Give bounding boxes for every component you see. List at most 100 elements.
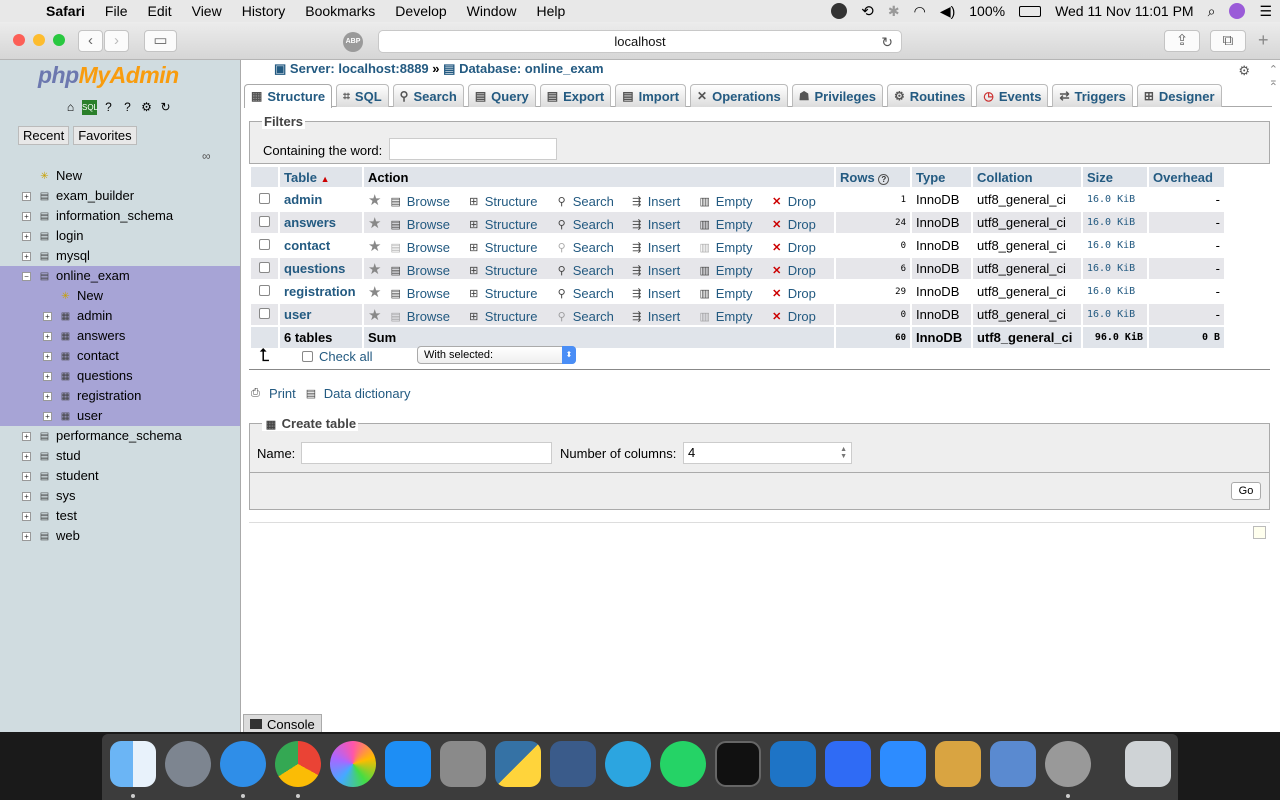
action-structure[interactable]: ⊞ Structure	[467, 263, 555, 278]
expand-icon[interactable]: +	[22, 212, 31, 221]
action-search[interactable]: ⚲ Search	[555, 194, 630, 209]
terminal-icon[interactable]	[715, 741, 761, 787]
refresh-icon[interactable]: ↻	[158, 100, 173, 115]
siri-icon[interactable]	[1229, 3, 1246, 19]
home-icon[interactable]: ⌂	[63, 100, 78, 115]
action-insert[interactable]: ⇶ Insert	[630, 286, 698, 301]
page-note-icon[interactable]	[1253, 526, 1266, 539]
tree-item[interactable]: + ▦ questions	[0, 366, 240, 386]
address-bar[interactable]: localhost ↻	[378, 30, 902, 53]
filter-input[interactable]	[389, 138, 557, 160]
menu-window[interactable]: Window	[467, 3, 517, 19]
action-browse[interactable]: ▤ Browse	[389, 240, 467, 255]
menu-bookmarks[interactable]: Bookmarks	[305, 3, 375, 19]
wifi-icon[interactable]: ◠	[914, 3, 926, 20]
action-insert[interactable]: ⇶ Insert	[630, 217, 698, 232]
col-size-header[interactable]: Size	[1083, 167, 1147, 187]
volume-icon[interactable]: ◀)	[940, 3, 955, 20]
breadcrumb-server[interactable]: Server: localhost:8889	[290, 61, 429, 76]
favorite-star-icon[interactable]: ★	[368, 307, 381, 324]
action-empty[interactable]: ▥ Empty	[698, 309, 770, 324]
mail-icon[interactable]	[990, 741, 1036, 787]
table-name[interactable]: contact	[280, 235, 362, 256]
table-name[interactable]: user	[280, 304, 362, 325]
expand-icon[interactable]: +	[43, 372, 52, 381]
launchpad-icon[interactable]	[165, 741, 211, 787]
finder-icon[interactable]	[110, 741, 156, 787]
tree-item[interactable]: − ▤ online_exam	[0, 266, 240, 286]
collapse-icon[interactable]: −	[22, 272, 31, 281]
spotlight-icon[interactable]: ⌕	[1208, 3, 1216, 20]
tree-item-label[interactable]: login	[56, 226, 83, 246]
expand-icon[interactable]: +	[43, 332, 52, 341]
action-drop[interactable]: ✕ Drop	[770, 240, 826, 255]
new-tab-icon[interactable]: +	[1258, 30, 1269, 51]
menu-view[interactable]: View	[192, 3, 222, 19]
tree-item-label[interactable]: questions	[77, 366, 133, 386]
action-search[interactable]: ⚲ Search	[555, 286, 630, 301]
tree-item[interactable]: + ▤ test	[0, 506, 240, 526]
action-insert[interactable]: ⇶ Insert	[630, 263, 698, 278]
photos-icon[interactable]	[330, 741, 376, 787]
tree-item[interactable]: + ▤ web	[0, 526, 240, 546]
table-name-input[interactable]	[301, 442, 552, 464]
virtualbox-icon[interactable]	[550, 741, 596, 787]
favorite-star-icon[interactable]: ★	[368, 215, 381, 232]
tree-item[interactable]: + ▦ user	[0, 406, 240, 426]
row-checkbox[interactable]	[259, 308, 270, 319]
action-browse[interactable]: ▤ Browse	[389, 309, 467, 324]
menu-file[interactable]: File	[105, 3, 128, 19]
action-browse[interactable]: ▤ Browse	[389, 217, 467, 232]
help-icon[interactable]: ?	[878, 173, 890, 185]
action-browse[interactable]: ▤ Browse	[389, 263, 467, 278]
action-structure[interactable]: ⊞ Structure	[467, 194, 555, 209]
expand-icon[interactable]: +	[43, 312, 52, 321]
settings-icon[interactable]: ⚙	[139, 100, 154, 115]
favorite-star-icon[interactable]: ★	[368, 284, 381, 301]
expand-icon[interactable]: +	[22, 492, 31, 501]
action-structure[interactable]: ⊞ Structure	[467, 309, 555, 324]
row-checkbox[interactable]	[259, 285, 270, 296]
expand-icon[interactable]: +	[22, 532, 31, 541]
stepper-icon[interactable]: ▲ ▼	[840, 446, 847, 460]
table-name[interactable]: admin	[280, 189, 362, 210]
tree-item-label[interactable]: test	[56, 506, 77, 526]
tree-item-label[interactable]: New	[56, 166, 82, 186]
tree-item-label[interactable]: stud	[56, 446, 81, 466]
notification-center-icon[interactable]: ☰	[1259, 3, 1272, 20]
breadcrumb-database[interactable]: Database: online_exam	[459, 61, 604, 76]
tree-item-label[interactable]: mysql	[56, 246, 90, 266]
table-size[interactable]: 16.0 KiB	[1083, 212, 1147, 233]
tree-item[interactable]: + ▤ sys	[0, 486, 240, 506]
tab-export[interactable]: ▤ Export	[539, 84, 612, 107]
tab-privileges[interactable]: ☗ Privileges	[791, 84, 883, 107]
expand-icon[interactable]: +	[22, 452, 31, 461]
favorite-star-icon[interactable]: ★	[368, 192, 381, 209]
menu-edit[interactable]: Edit	[147, 3, 171, 19]
phpmyadmin-logo[interactable]: phpMyAdmin	[38, 62, 179, 89]
action-insert[interactable]: ⇶ Insert	[630, 240, 698, 255]
tab-operations[interactable]: ✕ Operations	[690, 84, 788, 107]
col-overhead-header[interactable]: Overhead	[1149, 167, 1224, 187]
zoom-icon[interactable]	[880, 741, 926, 787]
python-icon[interactable]	[495, 741, 541, 787]
tree-item[interactable]: + ▤ login	[0, 226, 240, 246]
col-table-header[interactable]: Table ▲	[280, 167, 362, 187]
tree-item[interactable]: ✳ New	[0, 286, 240, 306]
status-m-icon[interactable]	[831, 3, 848, 19]
apple-icon[interactable]	[20, 4, 34, 19]
forward-button[interactable]: ›	[104, 30, 129, 52]
clock[interactable]: Wed 11 Nov 11:01 PM	[1055, 3, 1194, 19]
tree-item-label[interactable]: user	[77, 406, 102, 426]
with-selected-dropdown[interactable]: With selected: ⬍	[417, 346, 576, 364]
data-dictionary-link[interactable]: ▤ Data dictionary	[306, 386, 411, 401]
check-all-label[interactable]: Check all	[319, 349, 372, 364]
tree-item[interactable]: + ▤ information_schema	[0, 206, 240, 226]
close-window-icon[interactable]	[13, 34, 25, 46]
action-drop[interactable]: ✕ Drop	[770, 286, 826, 301]
menu-develop[interactable]: Develop	[395, 3, 446, 19]
app-store-icon[interactable]	[385, 741, 431, 787]
action-structure[interactable]: ⊞ Structure	[467, 286, 555, 301]
action-search[interactable]: ⚲ Search	[555, 263, 630, 278]
chrome-icon[interactable]	[275, 741, 321, 787]
